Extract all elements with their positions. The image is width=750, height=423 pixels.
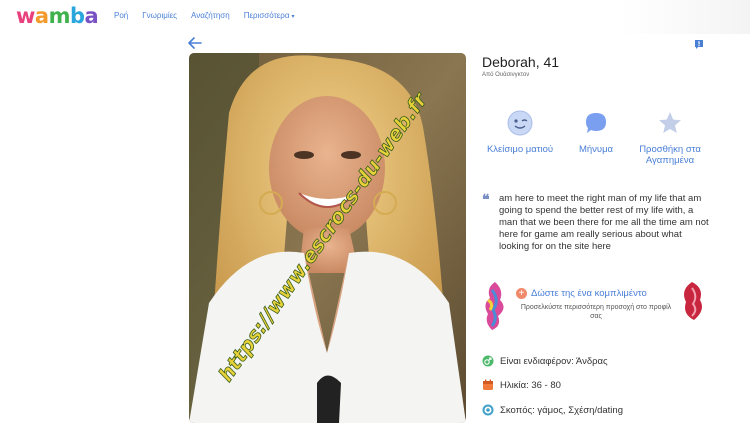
wamba-logo[interactable]: wamba: [16, 4, 99, 28]
bio-text: am here to meet the right man of my life…: [499, 193, 709, 252]
logo-letter: w: [16, 4, 35, 28]
gender-icon: [482, 355, 494, 367]
nav-item-more-label: Περισσότερα: [243, 11, 290, 20]
calendar-icon: [483, 379, 493, 390]
add-favorite-label: Προσθήκη στα Αγαπημένα: [639, 144, 701, 166]
profile-bio: ❝ am here to meet the right man of my li…: [482, 191, 714, 253]
star-icon: [659, 112, 681, 133]
profile-photo[interactable]: https://www.escrocs-du-web.fr: [189, 53, 466, 423]
header-user-area: [620, 0, 750, 34]
report-flag-icon[interactable]: [694, 37, 704, 49]
add-favorite-button[interactable]: Προσθήκη στα Αγαπημένα: [630, 110, 710, 166]
fact-age-range: Ηλικία: 36 - 80: [482, 379, 561, 391]
fact-purpose-text: Σκοπός: γάμος, Σχέση/dating: [500, 404, 623, 416]
wink-button-label: Κλείσιμο ματιού: [486, 144, 554, 155]
nav-item-more[interactable]: Περισσότερα ▾: [244, 11, 295, 20]
profile-name: Deborah, 41: [482, 54, 560, 70]
wink-smiley-icon: [507, 110, 533, 136]
flower-right-icon: [684, 282, 702, 320]
profile-actions: Κλείσιμο ματιού Μήνυμα Προσθήκη στα Αγαπ…: [478, 110, 718, 180]
plus-icon: +: [516, 288, 527, 299]
fact-age-range-text: Ηλικία: 36 - 80: [500, 379, 561, 391]
message-button[interactable]: Μήνυμα: [556, 110, 636, 155]
nav-item-search[interactable]: Αναζήτηση: [191, 11, 230, 20]
logo-letter: b: [69, 4, 85, 28]
message-button-label: Μήνυμα: [578, 144, 614, 155]
nav-item-feed[interactable]: Ροή: [114, 11, 128, 20]
chat-bubble-icon: [586, 113, 606, 133]
profile-location: Από Ουάσινγκτον: [482, 72, 530, 78]
flower-left-icon: [485, 282, 504, 330]
top-bar: wamba Ροή Γνωριμίες Αναζήτηση Περισσότερ…: [0, 0, 750, 34]
chevron-down-icon: ▾: [291, 14, 295, 20]
quote-icon: ❝: [482, 191, 490, 207]
nav-item-dating[interactable]: Γνωριμίες: [142, 11, 177, 20]
give-compliment-button[interactable]: + Δώστε της ένα κομπλιμέντο: [516, 288, 647, 299]
logo-letter: m: [48, 4, 71, 28]
wink-button[interactable]: Κλείσιμο ματιού: [480, 110, 560, 155]
fact-interested-in: Είναι ενδιαφέρον: Άνδρας: [482, 355, 608, 367]
logo-letter: a: [84, 4, 99, 28]
back-arrow-icon[interactable]: [188, 36, 202, 49]
logo-letter: a: [34, 4, 49, 28]
compliment-box: + Δώστε της ένα κομπλιμέντο Προσελκύστε …: [482, 280, 706, 332]
main-nav: Ροή Γνωριμίες Αναζήτηση Περισσότερα ▾: [114, 11, 295, 20]
compliment-hint: Προσελκύστε περισσότερη προσοχή στο προφ…: [520, 304, 672, 320]
target-icon: [482, 404, 494, 416]
fact-purpose: Σκοπός: γάμος, Σχέση/dating: [482, 404, 623, 416]
fact-interested-in-text: Είναι ενδιαφέρον: Άνδρας: [500, 355, 608, 367]
give-compliment-label: Δώστε της ένα κομπλιμέντο: [531, 288, 647, 299]
